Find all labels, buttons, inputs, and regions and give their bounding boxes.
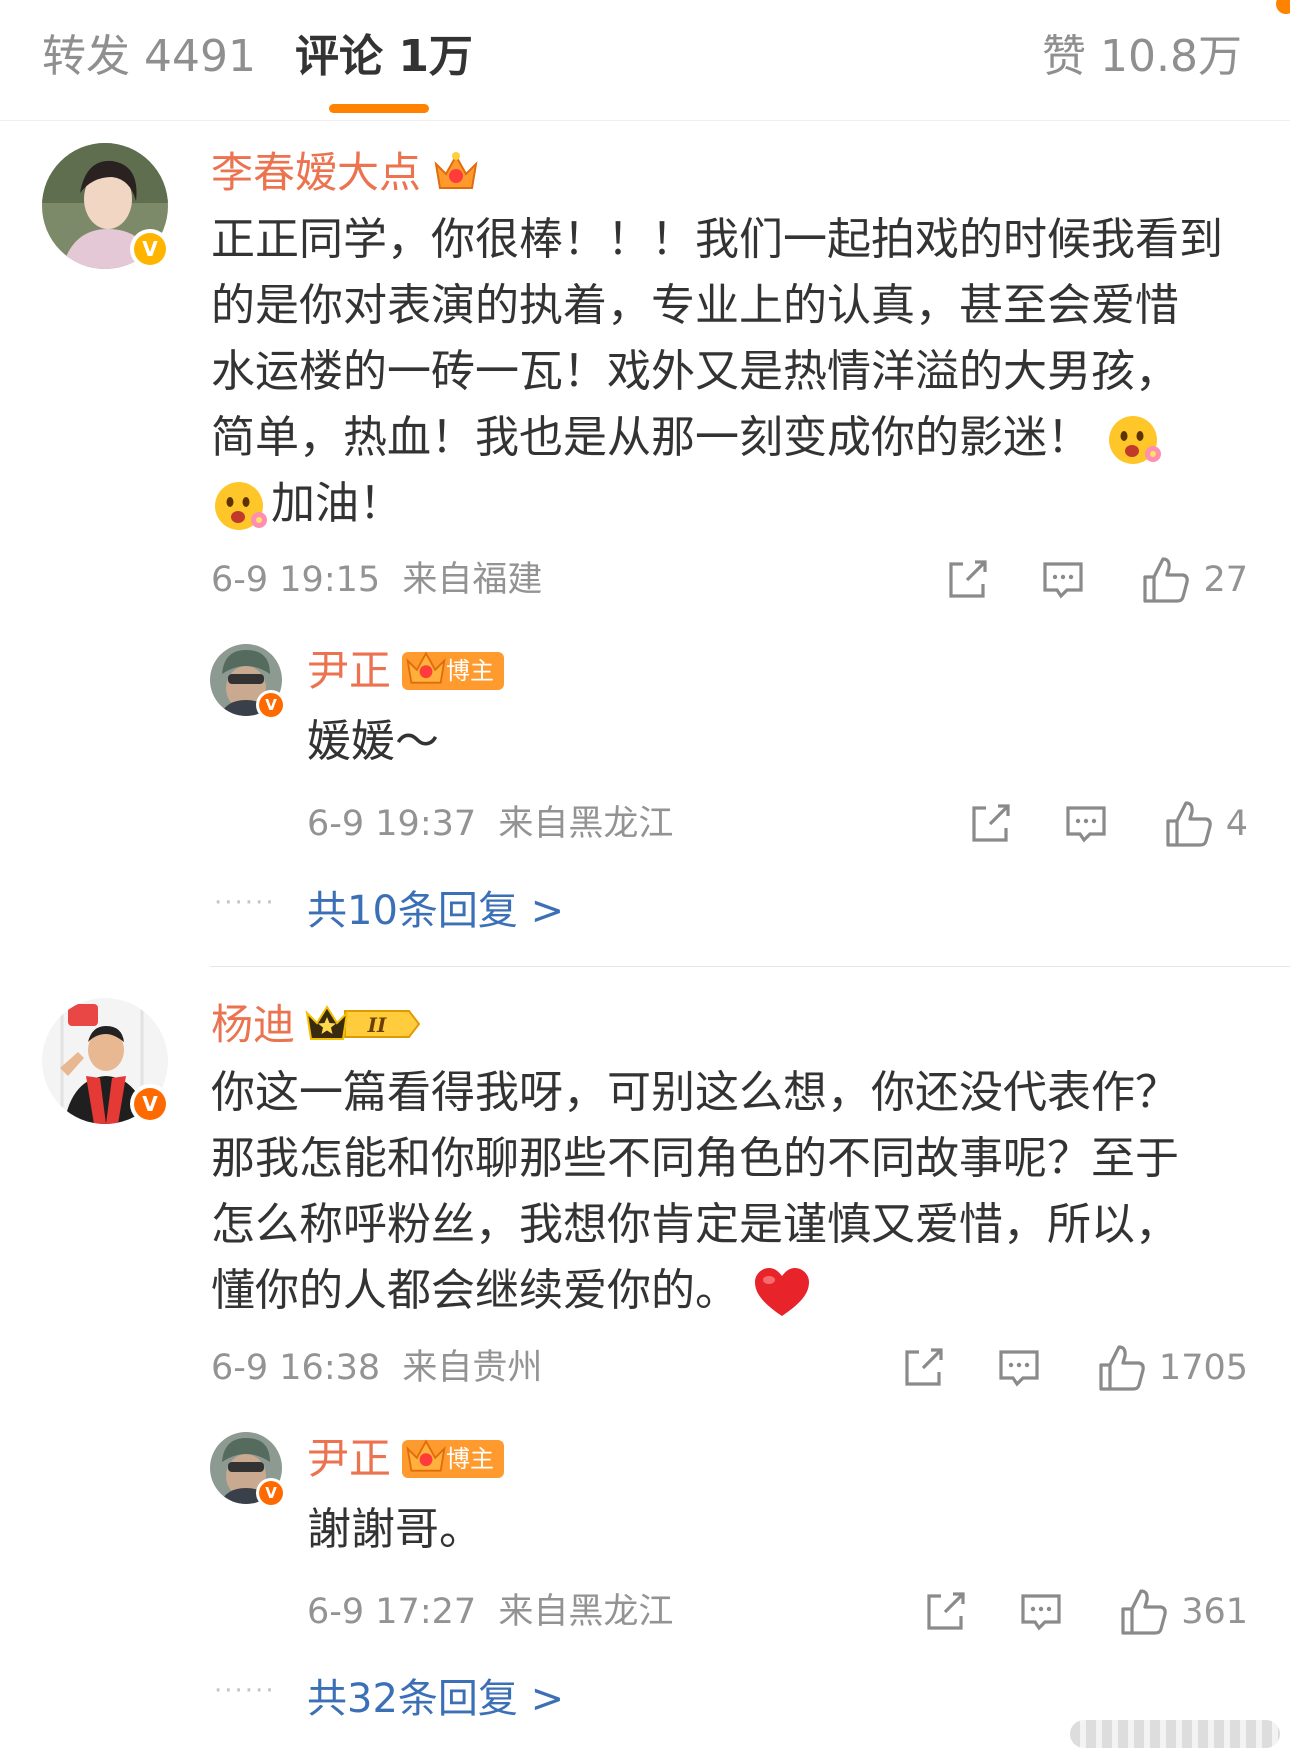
share-icon: [905, 1348, 943, 1386]
like-button[interactable]: 361: [1119, 1587, 1248, 1637]
share-button[interactable]: [923, 1590, 967, 1634]
share-icon: [927, 1592, 965, 1630]
active-tab-indicator: [329, 104, 429, 113]
level-badge: II: [305, 1003, 423, 1049]
comment-time: 6-9 19:15: [211, 560, 381, 600]
author-tag-label: 博主: [446, 657, 494, 685]
comment-text-line: 水运楼的一砖一瓦！戏外又是热情洋溢的大男孩，: [211, 346, 1179, 397]
verified-badge-icon: V: [256, 690, 286, 720]
corner-decoration: [1276, 0, 1290, 14]
like-button[interactable]: 1705: [1097, 1343, 1248, 1393]
comment-icon: [1043, 562, 1084, 599]
reply-avatar[interactable]: V: [210, 644, 286, 720]
comment-text-segment: 懂你的人都会继续爱你的。: [211, 1265, 739, 1316]
comment-tabs-bar: 转发 4491 评论 1万 赞 10.8万: [0, 0, 1290, 121]
red-heart-emoji-icon: [755, 1268, 809, 1316]
reply-location: 来自黑龙江: [498, 1592, 674, 1632]
comment-actions: 1705: [901, 1338, 1248, 1398]
comment-divider: [210, 966, 1290, 967]
comment-location: 来自贵州: [402, 1348, 543, 1388]
reply-actions: 361: [923, 1582, 1248, 1642]
reply-meta: 6-9 17:27 来自黑龙江: [307, 1590, 673, 1634]
crown-tag-icon: [406, 651, 446, 684]
crown-level-icon: II: [305, 1005, 421, 1040]
view-more-replies-link[interactable]: 共10条回复 >: [307, 878, 564, 936]
tab-repost[interactable]: 转发 4491: [42, 22, 256, 92]
comment-meta: 6-9 19:15 来自福建: [211, 558, 542, 602]
reply-time: 6-9 19:37: [307, 804, 477, 844]
verified-badge-icon: V: [130, 229, 170, 269]
comment-meta: 6-9 16:38 来自贵州: [211, 1346, 542, 1390]
comment-location: 来自福建: [402, 560, 543, 600]
comment-text: 你这一篇看得我呀，可别这么想，你还没代表作？ 那我怎能和你聊那些不同角色的不同故…: [211, 1060, 1261, 1324]
reply-button[interactable]: [997, 1346, 1041, 1390]
share-button[interactable]: [945, 558, 989, 602]
like-button[interactable]: 4: [1164, 799, 1248, 849]
reply-button[interactable]: [1041, 558, 1085, 602]
reply-avatar[interactable]: V: [210, 1432, 286, 1508]
reply-time: 6-9 17:27: [307, 1592, 477, 1632]
comment-text: 正正同学，你很棒！！！我们一起拍戏的时候我看到 的是你对表演的执着，专业上的认真…: [211, 207, 1261, 537]
author-tag: 博主: [402, 651, 504, 690]
blushing-flower-emoji-icon: [1109, 416, 1161, 464]
comment-text-line: 正正同学，你很棒！！！我们一起拍戏的时候我看到: [211, 214, 1223, 265]
more-dots-icon: ······: [214, 888, 276, 918]
more-dots-icon: ······: [214, 1676, 276, 1706]
verified-badge-icon: V: [130, 1084, 170, 1124]
share-icon: [949, 560, 988, 598]
author-tag: 博主: [402, 1439, 504, 1478]
avatar[interactable]: V: [42, 143, 170, 269]
author-tag-label: 博主: [446, 1445, 494, 1473]
comment-text-line: 懂你的人都会继续爱你的。: [211, 1258, 1261, 1324]
comment-icon: [1066, 806, 1106, 843]
reply-text: 謝謝哥。: [307, 1504, 483, 1555]
comment-text-line: 怎么称呼粉丝，我想你肯定是谨慎又爱惜，所以，: [211, 1199, 1179, 1250]
comment-text-line: 简单，热血！我也是从那一刻变成你的影迷！: [211, 405, 1261, 471]
level-label: II: [367, 1013, 387, 1037]
username[interactable]: 杨迪: [211, 997, 295, 1053]
comment-text-line: 那我怎能和你聊那些不同角色的不同故事呢？至于: [211, 1133, 1179, 1184]
like-count: 361: [1181, 1592, 1248, 1632]
share-button[interactable]: [968, 802, 1012, 846]
reply-username[interactable]: 尹正: [307, 1431, 391, 1487]
reply-meta: 6-9 19:37 来自黑龙江: [307, 802, 673, 846]
reply-button[interactable]: [1064, 802, 1108, 846]
comment-text-segment: 简单，热血！我也是从那一刻变成你的影迷！: [211, 412, 1091, 463]
avatar[interactable]: V: [42, 998, 170, 1124]
thumbs-up-icon: [1143, 557, 1190, 603]
thumbs-up-icon: [1099, 1345, 1145, 1391]
comment-text-segment: 加油！: [271, 478, 403, 529]
crown-membership-icon: [432, 150, 480, 198]
tab-like[interactable]: 赞 10.8万: [1042, 22, 1242, 92]
like-count: 4: [1225, 804, 1248, 844]
crown-tag-icon: [406, 1439, 446, 1472]
thumbs-up-icon: [1166, 801, 1212, 847]
comment-icon: [1021, 1594, 1061, 1631]
comment-text-line: 的是你对表演的执着，专业上的认真，甚至会爱惜: [211, 280, 1179, 331]
like-count: 1705: [1158, 1348, 1248, 1388]
comment-time: 6-9 16:38: [211, 1348, 381, 1388]
comment-icon: [999, 1350, 1039, 1387]
reply-location: 来自黑龙江: [498, 804, 674, 844]
like-count: 27: [1203, 560, 1248, 600]
watermark-bar: [1070, 1720, 1280, 1748]
comment-text-line: 加油！: [211, 471, 1261, 537]
tab-comment[interactable]: 评论 1万: [295, 22, 473, 92]
thumbs-up-icon: [1121, 1589, 1167, 1635]
reply-username[interactable]: 尹正: [307, 643, 391, 699]
reply-actions: 4: [968, 794, 1248, 854]
like-button[interactable]: 27: [1141, 555, 1248, 605]
view-more-replies-link[interactable]: 共32条回复 >: [307, 1666, 564, 1724]
reply-button[interactable]: [1019, 1590, 1063, 1634]
verified-badge-icon: V: [256, 1478, 286, 1508]
comment-text-line: 你这一篇看得我呀，可别这么想，你还没代表作？: [211, 1067, 1179, 1118]
comment-actions: 27: [945, 550, 1248, 610]
share-button[interactable]: [901, 1346, 945, 1390]
blushing-flower-emoji-icon: [215, 482, 267, 530]
username[interactable]: 李春嫒大点: [211, 145, 421, 201]
reply-text: 媛媛～: [307, 716, 439, 767]
share-icon: [972, 804, 1010, 842]
